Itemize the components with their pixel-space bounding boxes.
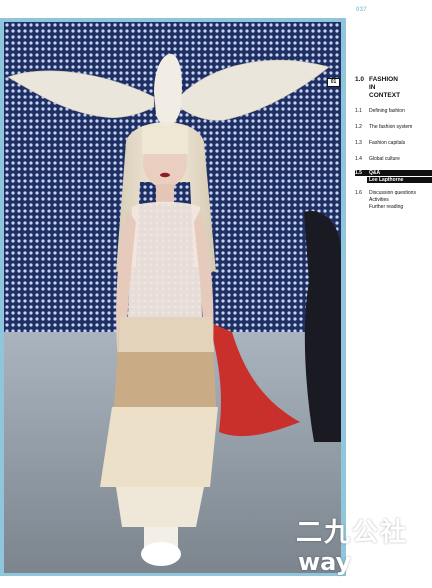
toc-item-label-line: Activities <box>369 197 389 203</box>
toc-item-label: Fashion capitals <box>369 140 406 146</box>
watermark: 二九公社 way <box>296 512 432 584</box>
toc-item-label: The fashion system <box>369 124 413 130</box>
toc-active-subitem: Lee Lapthorne <box>367 177 432 183</box>
toc-item-fashion-system[interactable]: 1.2 The fashion system <box>355 124 432 140</box>
toc-subitem-label: Lee Lapthorne <box>369 177 404 183</box>
toc-item-number: 1.5 <box>355 170 362 176</box>
runway-photo <box>4 22 341 573</box>
toc-item-label: Global culture <box>369 156 400 162</box>
figure-tag: 01 <box>327 78 340 87</box>
toc-item-defining-fashion[interactable]: 1.1 Defining fashion <box>355 108 432 124</box>
chapter-contents: 1.0 FASHION IN CONTEXT 1.1 Defining fash… <box>355 76 432 210</box>
toc-item-qa[interactable]: 1.5 Q&A Lee Lapthorne <box>355 170 432 190</box>
chapter-heading: 1.0 FASHION IN CONTEXT <box>355 76 432 104</box>
toc-item-number: 1.4 <box>355 156 362 162</box>
toc-item-discussion[interactable]: 1.6 Discussion questions Activities Furt… <box>355 190 432 216</box>
toc-item-label: Q&A <box>369 170 381 176</box>
toc-item-label: Defining fashion <box>369 108 405 114</box>
toc-item-label-line: Discussion questions <box>369 190 416 196</box>
toc-item-label: Discussion questions Activities Further … <box>369 190 416 211</box>
page-number: 037 <box>356 7 367 13</box>
watermark-bottom-text: way <box>298 548 352 576</box>
photo-frame <box>0 18 346 576</box>
chapter-number: 1.0 <box>355 76 365 83</box>
toc-item-number: 1.1 <box>355 108 362 114</box>
toc-item-fashion-capitals[interactable]: 1.3 Fashion capitals <box>355 140 432 156</box>
toc-item-label-line: Further reading <box>369 204 404 210</box>
toc-list: 1.1 Defining fashion 1.2 The fashion sys… <box>355 108 432 216</box>
chapter-title: FASHION IN CONTEXT <box>369 76 429 100</box>
toc-item-number: 1.2 <box>355 124 362 130</box>
chapter-title-line: FASHION <box>369 76 398 83</box>
chapter-title-line: CONTEXT <box>369 92 401 99</box>
toc-item-number: 1.3 <box>355 140 362 146</box>
chapter-title-line: IN <box>369 84 376 91</box>
watermark-top-text: 二九公社 <box>296 518 409 548</box>
toc-active-highlight: 1.5 Q&A <box>355 170 432 176</box>
toc-item-number: 1.6 <box>355 190 362 196</box>
